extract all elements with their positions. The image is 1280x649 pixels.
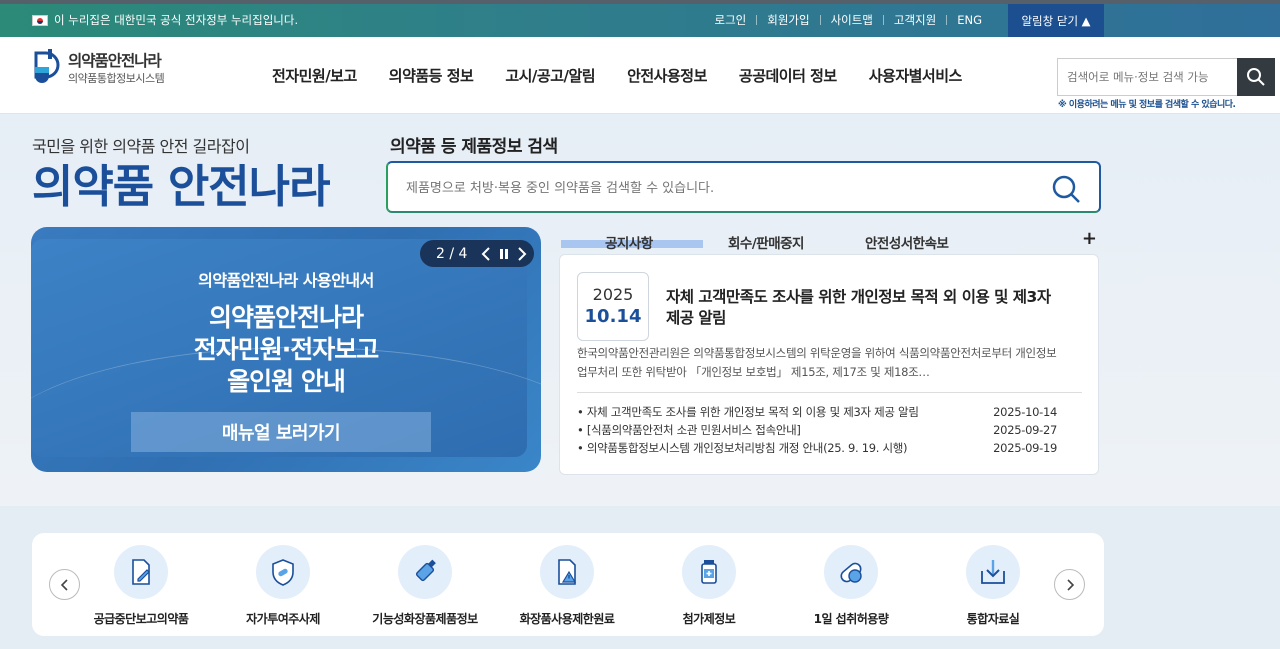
product-search-title: 의약품 등 제품정보 검색 xyxy=(390,137,558,157)
notice-date: 2025-09-19 xyxy=(993,441,1057,455)
notice-panel: 2025 10.14 자체 고객만족도 조사를 위한 개인정보 목적 외 이용 … xyxy=(559,254,1099,475)
prev-slide-button[interactable] xyxy=(477,245,495,263)
quick-item-self-injection[interactable]: 자가투여주사제 xyxy=(212,545,354,627)
chevron-left-icon xyxy=(482,246,491,261)
main-navigation: 전자민원/보고 의약품등 정보 고시/공고/알림 안전사용정보 공공데이터 정보… xyxy=(256,65,978,86)
login-link[interactable]: 로그인 xyxy=(704,12,756,28)
shield-pill-icon xyxy=(256,545,310,599)
notice-list: 자체 고객만족도 조사를 위한 개인정보 목적 외 이용 및 제3자 제공 알림… xyxy=(577,403,1057,457)
featured-day: 10.14 xyxy=(584,306,642,327)
quick-menu-items: 공급중단보고의약품 자가투여주사제 기능성화장품제품정보 화장품사용제한원료 첨… xyxy=(70,545,1070,627)
banner-title-line: 의약품안전나라 xyxy=(208,303,364,332)
search-note: ※ 이용하려는 메뉴 및 정보를 검색할 수 있습니다. xyxy=(1058,100,1236,110)
slogan-title: 의약품 안전나라 xyxy=(32,160,330,213)
korea-flag-icon xyxy=(32,14,48,26)
gov-banner: 이 누리집은 대한민국 공식 전자정부 누리집입니다. 로그인 회원가입 사이트… xyxy=(0,0,1280,37)
notice-date: 2025-10-14 xyxy=(993,405,1057,419)
document-pen-icon xyxy=(114,545,168,599)
gov-notice-text: 이 누리집은 대한민국 공식 전자정부 누리집입니다. xyxy=(54,13,299,27)
gov-notice: 이 누리집은 대한민국 공식 전자정부 누리집입니다. xyxy=(32,12,298,28)
tab-safety-letters[interactable]: 안전성서한속보 xyxy=(865,232,949,252)
download-archive-icon xyxy=(966,545,1020,599)
list-item[interactable]: [식품의약품안전처 소관 민원서비스 접속안내] 2025-09-27 xyxy=(577,421,1057,439)
notice-date: 2025-09-27 xyxy=(993,423,1057,437)
quick-item-restricted-ingredients[interactable]: 화장품사용제한원료 xyxy=(496,545,638,627)
list-item[interactable]: 자체 고객만족도 조사를 위한 개인정보 목적 외 이용 및 제3자 제공 알림… xyxy=(577,403,1057,421)
alert-close-button[interactable]: 알림창 닫기 ▲ xyxy=(1008,4,1104,37)
quick-item-label: 첨가제정보 xyxy=(682,612,736,626)
support-link[interactable]: 고객지원 xyxy=(884,12,946,28)
nav-safe-use[interactable]: 안전사용정보 xyxy=(611,65,723,86)
notice-tabs: 공지사항 회수/판매중지 안전성서한속보 + xyxy=(561,228,1101,252)
pause-icon xyxy=(500,248,509,259)
pause-slide-button[interactable] xyxy=(495,245,513,263)
product-search-input[interactable] xyxy=(406,175,1046,201)
quick-item-label: 공급중단보고의약품 xyxy=(93,612,189,626)
quick-item-supply-stop[interactable]: 공급중단보고의약품 xyxy=(70,545,212,627)
notice-title: 의약품통합정보시스템 개인정보처리방침 개정 안내(25. 9. 19. 시행) xyxy=(577,439,908,457)
cosmetic-tube-icon xyxy=(398,545,452,599)
chevron-left-icon xyxy=(60,578,68,591)
header-search-button[interactable] xyxy=(1237,58,1275,96)
list-item[interactable]: 의약품통합정보시스템 개인정보처리방침 개정 안내(25. 9. 19. 시행)… xyxy=(577,439,1057,457)
slide-pager: 2 / 4 xyxy=(436,245,468,262)
nav-e-petition[interactable]: 전자민원/보고 xyxy=(256,65,373,86)
quick-item-additives[interactable]: 첨가제정보 xyxy=(638,545,780,627)
nav-user-services[interactable]: 사용자별서비스 xyxy=(853,65,978,86)
notice-title: [식품의약품안전처 소관 민원서비스 접속안내] xyxy=(577,421,801,439)
quick-item-label: 자가투여주사제 xyxy=(246,612,320,626)
manual-cta-button[interactable]: 매뉴얼 보러가기 xyxy=(131,412,431,452)
chevron-right-icon xyxy=(518,246,527,261)
nav-open-data[interactable]: 공공데이터 정보 xyxy=(723,65,853,86)
quick-item-archive[interactable]: 통합자료실 xyxy=(922,545,1064,627)
banner-title: 의약품안전나라 전자민원·전자보고 올인원 안내 xyxy=(31,302,541,398)
site-logo[interactable]: 의약품안전나라 의약품통합정보시스템 xyxy=(32,47,165,87)
product-search-button[interactable] xyxy=(1051,174,1081,204)
featured-date: 2025 10.14 xyxy=(577,272,649,341)
divider xyxy=(577,392,1082,393)
banner-title-line: 전자민원·전자보고 xyxy=(193,335,380,364)
search-icon xyxy=(1247,68,1265,86)
banner-subtitle: 의약품안전나라 사용안내서 xyxy=(198,271,374,290)
tab-notices[interactable]: 공지사항 xyxy=(605,232,653,252)
featured-notice-title[interactable]: 자체 고객만족도 조사를 위한 개인정보 목적 외 이용 및 제3자 제공 알림 xyxy=(666,287,1066,329)
quick-item-label: 1일 섭취허용량 xyxy=(813,612,889,626)
quick-item-label: 통합자료실 xyxy=(966,612,1020,626)
logo-mark-icon xyxy=(32,47,64,87)
sitemap-link[interactable]: 사이트맵 xyxy=(821,12,883,28)
more-notices-button[interactable]: + xyxy=(1082,228,1097,249)
capsule-icon xyxy=(824,545,878,599)
nav-notices[interactable]: 고시/공고/알림 xyxy=(489,65,611,86)
quick-item-functional-cosmetics[interactable]: 기능성화장품제품정보 xyxy=(354,545,496,627)
signup-link[interactable]: 회원가입 xyxy=(757,12,819,28)
quick-item-label: 기능성화장품제품정보 xyxy=(372,612,478,626)
product-search-box xyxy=(386,161,1101,213)
utility-links: 로그인 회원가입 사이트맵 고객지원 ENG xyxy=(704,12,992,28)
banner-title-line: 올인원 안내 xyxy=(227,367,346,396)
english-link[interactable]: ENG xyxy=(947,13,992,27)
document-warning-icon xyxy=(540,545,594,599)
nav-drug-info[interactable]: 의약품등 정보 xyxy=(373,65,490,86)
quick-item-daily-intake[interactable]: 1일 섭취허용량 xyxy=(780,545,922,627)
featured-notice-desc: 한국의약품안전관리원은 의약품통합정보시스템의 위탁운영을 위하여 식품의약품안… xyxy=(577,346,1057,379)
tab-recalls[interactable]: 회수/판매중지 xyxy=(728,232,804,252)
header-search xyxy=(1057,58,1275,96)
notice-title: 자체 고객만족도 조사를 위한 개인정보 목적 외 이용 및 제3자 제공 알림 xyxy=(577,403,919,421)
quick-item-label: 화장품사용제한원료 xyxy=(519,612,615,626)
header-search-input[interactable] xyxy=(1058,59,1236,95)
search-icon xyxy=(1052,175,1080,203)
logo-subtitle: 의약품통합정보시스템 xyxy=(68,71,165,85)
slider-controls: 2 / 4 xyxy=(420,240,534,267)
featured-year: 2025 xyxy=(592,285,634,304)
medicine-bottle-icon xyxy=(682,545,736,599)
logo-title: 의약품안전나라 xyxy=(68,51,162,70)
next-slide-button[interactable] xyxy=(513,245,531,263)
